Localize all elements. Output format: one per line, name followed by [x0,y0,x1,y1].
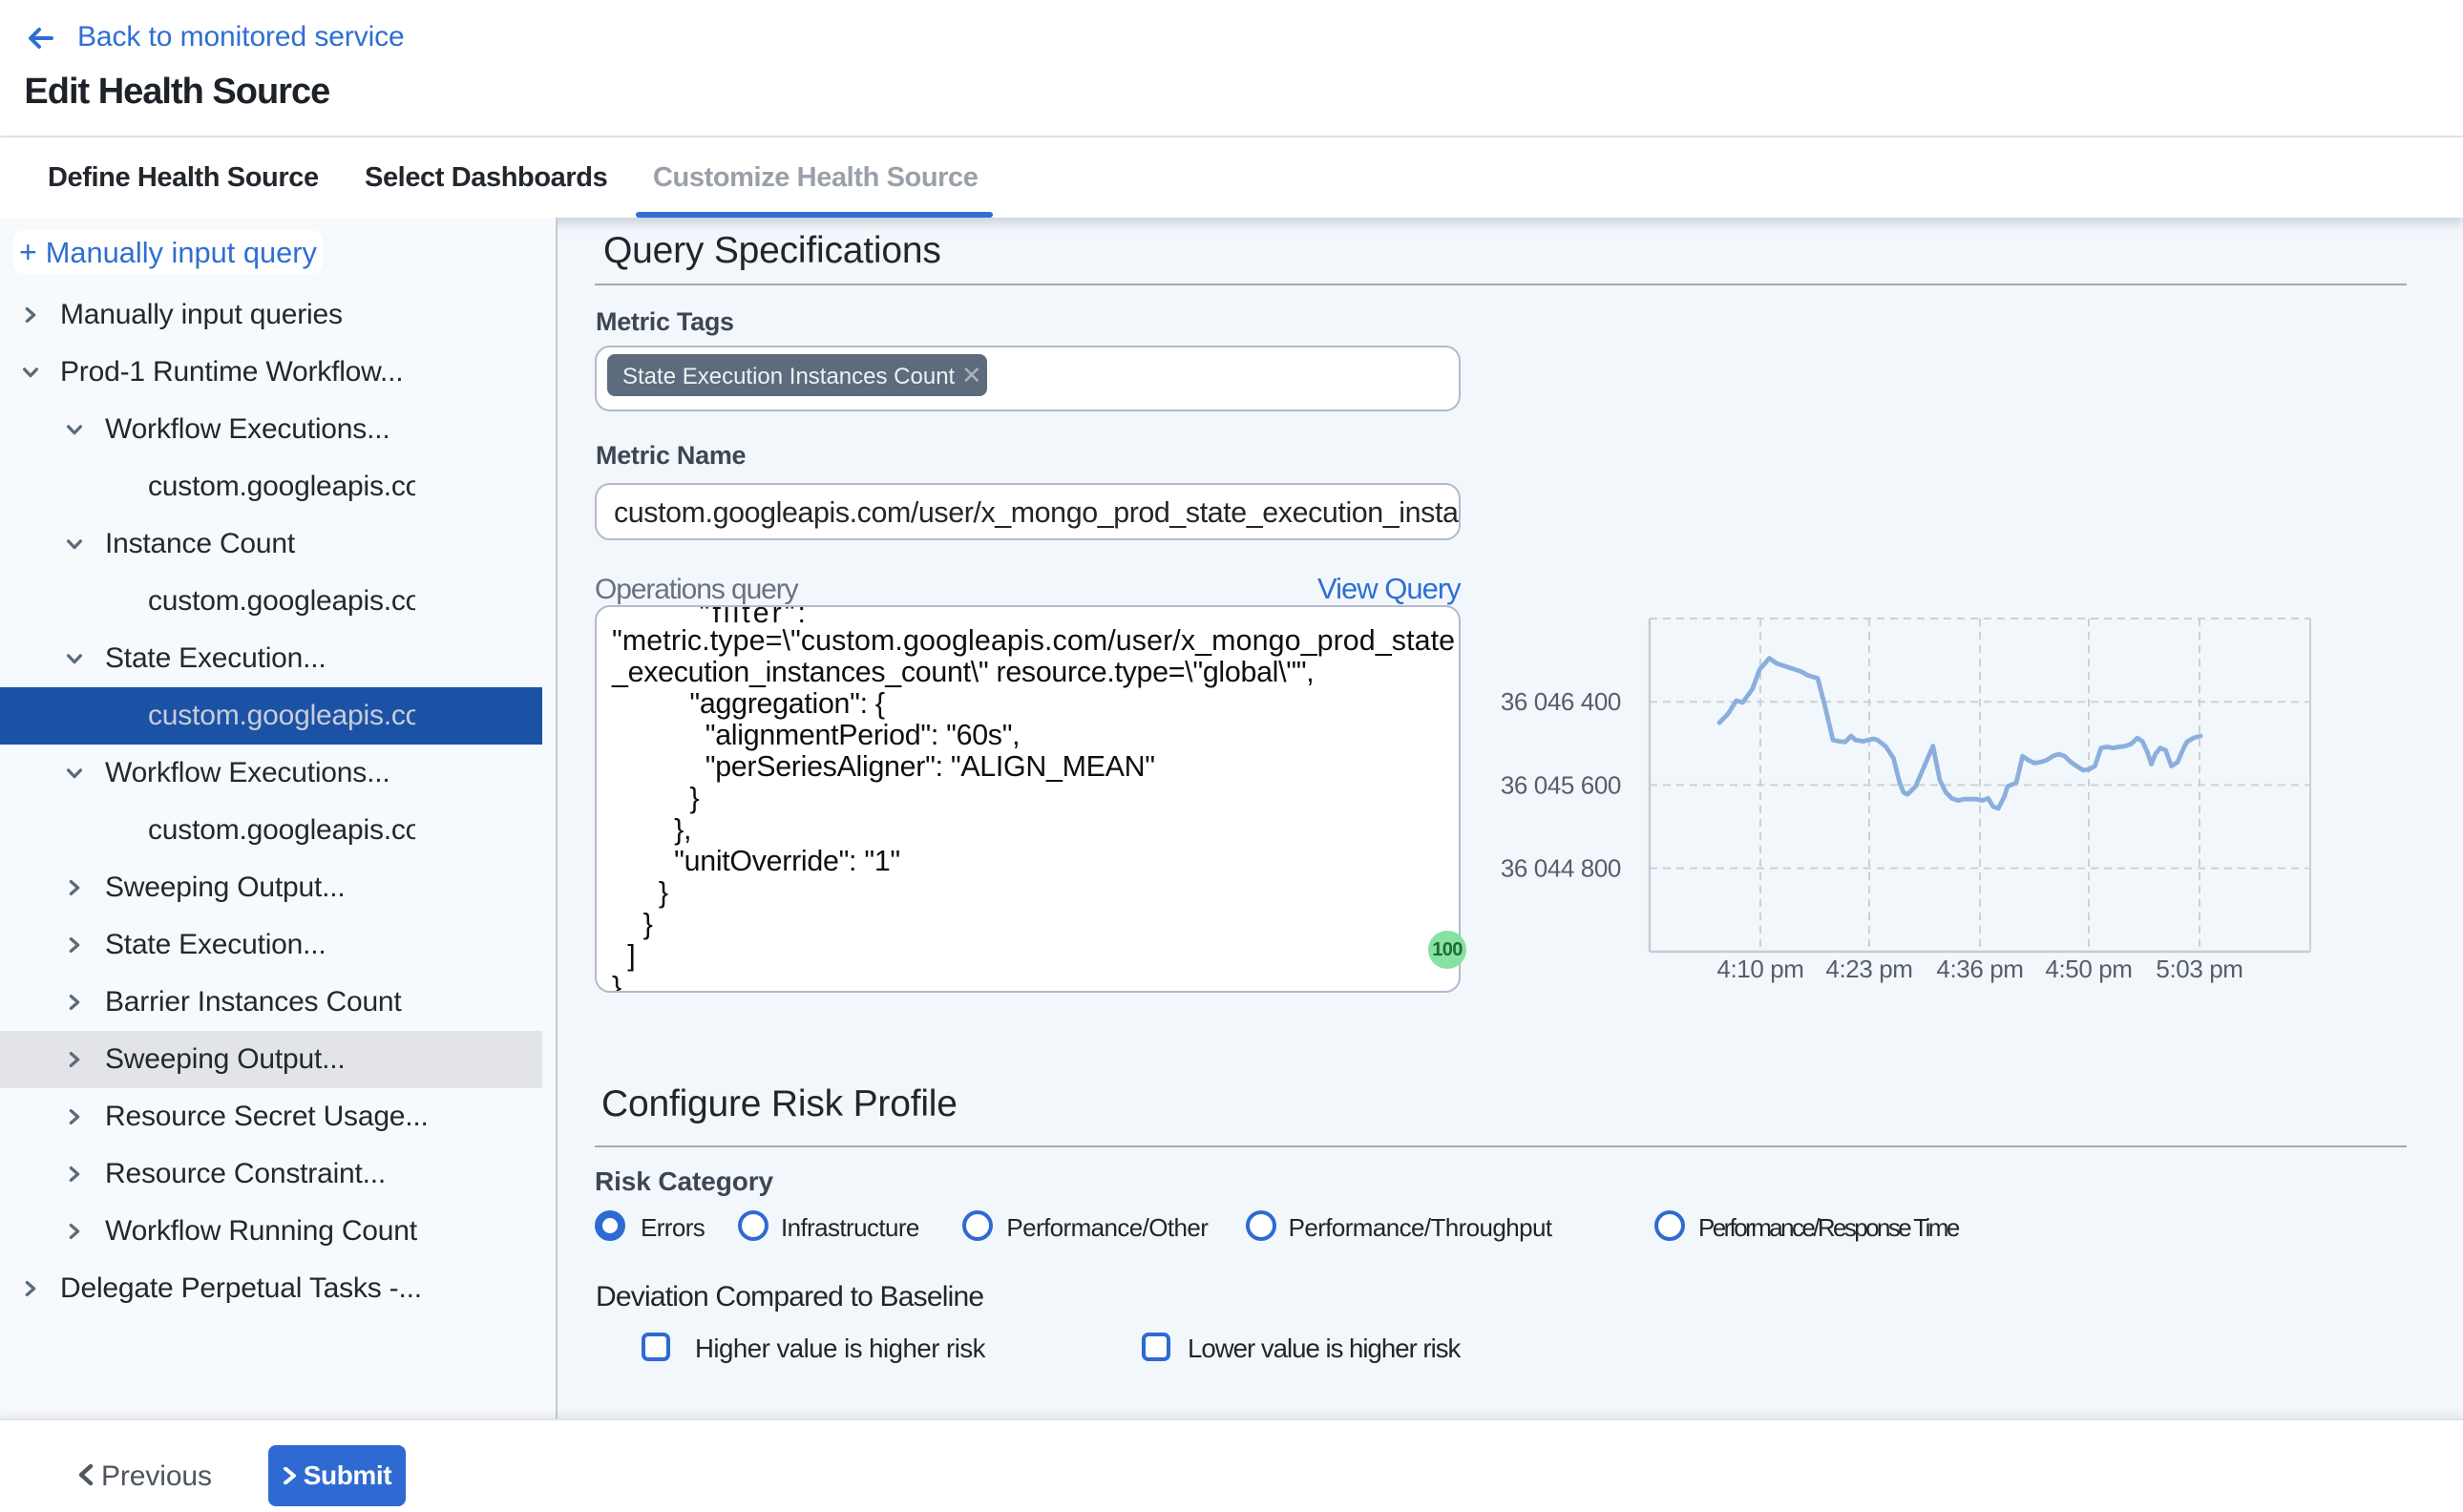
svg-text:4:10 pm: 4:10 pm [1716,955,1803,983]
svg-text:36 046 400: 36 046 400 [1501,687,1621,716]
svg-text:5:03 pm: 5:03 pm [2156,955,2242,983]
svg-text:36 045 600: 36 045 600 [1501,770,1621,799]
svg-text:4:50 pm: 4:50 pm [2045,955,2132,983]
svg-text:4:23 pm: 4:23 pm [1825,955,1912,983]
svg-text:4:36 pm: 4:36 pm [1936,955,2023,983]
svg-text:36 044 800: 36 044 800 [1501,854,1621,883]
